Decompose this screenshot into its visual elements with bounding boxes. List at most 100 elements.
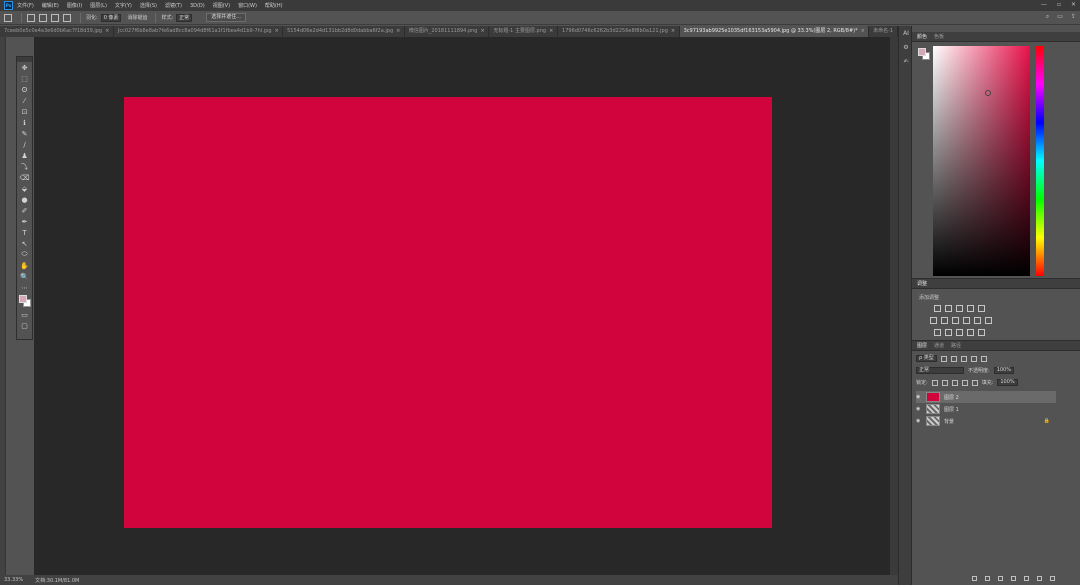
document-info[interactable]: 文档:30.1M/81.0M: [35, 577, 79, 584]
menu-help[interactable]: 帮助(H): [265, 2, 283, 9]
doc-tab-active[interactable]: 3c97193ab9925e1035df163153a5904.jpg @ 33…: [679, 26, 870, 37]
brush-panel-icon[interactable]: ✍: [899, 54, 913, 68]
quick-select-tool-icon[interactable]: ⁄: [17, 95, 32, 106]
marquee-tool-icon[interactable]: [4, 13, 12, 22]
lock-all-icon[interactable]: [971, 379, 978, 386]
lasso-tool-icon[interactable]: ʘ: [17, 84, 32, 95]
menu-edit[interactable]: 编辑(E): [42, 2, 59, 9]
hue-saturation-icon[interactable]: [930, 317, 937, 324]
doc-tab[interactable]: 7ceeb0e5c0e4a3e6d0b6ac7f18d39.jpg ×: [0, 26, 114, 37]
clone-stamp-tool-icon[interactable]: ♟: [17, 150, 32, 161]
menu-layer[interactable]: 图层(L): [90, 2, 107, 9]
eye-icon[interactable]: ◉: [916, 406, 922, 412]
doc-tab[interactable]: 无标题-1 主要图层.png ×: [489, 26, 559, 37]
levels-icon[interactable]: [945, 305, 952, 312]
layer-style-icon[interactable]: [985, 576, 990, 581]
close-tab-icon[interactable]: ×: [275, 26, 279, 37]
layer-row[interactable]: ◉ 图层 2: [916, 391, 1056, 403]
close-tab-icon[interactable]: ×: [671, 26, 675, 37]
photo-filter-icon[interactable]: [963, 317, 970, 324]
menu-window[interactable]: 窗口(W): [238, 2, 257, 9]
vertical-scrollbar[interactable]: [890, 37, 898, 575]
lock-pixels-icon[interactable]: [941, 379, 948, 386]
path-selection-tool-icon[interactable]: ↖: [17, 238, 32, 249]
foreground-color-swatch[interactable]: [19, 295, 27, 303]
new-group-icon[interactable]: [1024, 576, 1029, 581]
link-layers-icon[interactable]: [972, 576, 977, 581]
minimize-button[interactable]: —: [1041, 1, 1047, 8]
intersect-selection-icon[interactable]: [63, 13, 71, 22]
doc-tab[interactable]: 1796d0746c6262b3d2256e8f8b0a121.jpg ×: [558, 26, 680, 37]
zoom-level[interactable]: 33.33%: [4, 577, 23, 583]
share-icon[interactable]: ⇪: [1071, 13, 1076, 21]
layer-name[interactable]: 背景: [944, 418, 954, 425]
new-adjustment-icon[interactable]: [1011, 576, 1016, 581]
blur-tool-icon[interactable]: ●: [17, 194, 32, 205]
color-swatches[interactable]: [17, 293, 32, 309]
filter-adjust-icon[interactable]: [950, 355, 957, 362]
new-selection-icon[interactable]: [27, 13, 35, 22]
menu-filter[interactable]: 滤镜(T): [165, 2, 182, 9]
crop-tool-icon[interactable]: ⊡: [17, 106, 32, 117]
properties-panel-icon[interactable]: ⚙: [899, 40, 913, 54]
tab-paths[interactable]: 路径: [951, 342, 961, 349]
eye-icon[interactable]: ◉: [916, 418, 922, 424]
close-button[interactable]: ✕: [1071, 1, 1076, 8]
more-tools-icon[interactable]: ⋯: [17, 282, 32, 293]
color-picker-ring[interactable]: [985, 90, 991, 96]
posterize-icon[interactable]: [945, 329, 952, 336]
tab-layers[interactable]: 图层: [917, 342, 927, 349]
select-and-mask-button[interactable]: 选择并遮住...: [206, 13, 246, 22]
document-canvas[interactable]: [124, 97, 772, 528]
antialias-checkbox[interactable]: 消除锯齿: [127, 14, 147, 21]
blend-mode-select[interactable]: 正常: [916, 367, 964, 374]
healing-brush-tool-icon[interactable]: ✎: [17, 128, 32, 139]
tab-channels[interactable]: 通道: [934, 342, 944, 349]
threshold-icon[interactable]: [956, 329, 963, 336]
history-brush-tool-icon[interactable]: ⤵: [17, 161, 32, 172]
search-icon[interactable]: ⌕: [1046, 13, 1049, 21]
opacity-input[interactable]: 100%: [993, 367, 1014, 374]
workspace-icon[interactable]: ▭: [1057, 13, 1063, 21]
menu-view[interactable]: 视图(V): [213, 2, 230, 9]
menu-file[interactable]: 文件(F): [17, 2, 34, 9]
selective-color-icon[interactable]: [978, 329, 985, 336]
feather-input[interactable]: 0 像素: [100, 13, 122, 22]
eyedropper-tool-icon[interactable]: ℹ: [17, 117, 32, 128]
close-tab-icon[interactable]: ×: [861, 26, 865, 37]
filter-shape-icon[interactable]: [970, 355, 977, 362]
doc-tab[interactable]: Jcc027f6b8e8ab7fe6ad8cc8a094d8f61a1f1fbe…: [114, 26, 284, 37]
style-select[interactable]: 正常: [176, 13, 193, 22]
doc-tab[interactable]: 微信图片_20181111894.png ×: [405, 26, 490, 37]
black-white-icon[interactable]: [952, 317, 959, 324]
menu-type[interactable]: 文字(Y): [115, 2, 132, 9]
zoom-tool-icon[interactable]: 🔍: [17, 271, 32, 282]
lock-artboard-icon[interactable]: [961, 379, 968, 386]
filter-smart-icon[interactable]: [980, 355, 987, 362]
layer-row[interactable]: ◉ 背景 🔒: [916, 415, 1056, 427]
delete-layer-icon[interactable]: [1050, 576, 1055, 581]
paint-bucket-tool-icon[interactable]: ⬙: [17, 183, 32, 194]
add-mask-icon[interactable]: [998, 576, 1003, 581]
menu-select[interactable]: 选择(S): [140, 2, 157, 9]
doc-tab[interactable]: 5154d06e2d4d131bb2d8d0dabba6f2a.jpg ×: [283, 26, 405, 37]
layer-filter-select[interactable]: ρ 类型: [916, 355, 937, 362]
layer-name[interactable]: 图层 2: [944, 394, 959, 401]
exposure-icon[interactable]: [967, 305, 974, 312]
tab-color[interactable]: 颜色: [917, 33, 927, 40]
lock-transparent-icon[interactable]: [931, 379, 938, 386]
layer-name[interactable]: 图层 1: [944, 406, 959, 413]
brightness-icon[interactable]: [934, 305, 941, 312]
panel-foreground-swatch[interactable]: [918, 48, 926, 56]
move-tool-icon[interactable]: ✥: [17, 62, 32, 73]
invert-icon[interactable]: [934, 329, 941, 336]
close-tab-icon[interactable]: ×: [480, 26, 484, 37]
tab-swatches[interactable]: 色板: [934, 33, 944, 40]
fill-input[interactable]: 100%: [997, 379, 1018, 386]
pen-tool-icon[interactable]: ✒: [17, 216, 32, 227]
close-tab-icon[interactable]: ×: [549, 26, 553, 37]
close-tab-icon[interactable]: ×: [396, 26, 400, 37]
vibrance-icon[interactable]: [978, 305, 985, 312]
type-tool-icon[interactable]: T: [17, 227, 32, 238]
layer-row[interactable]: ◉ 图层 1: [916, 403, 1056, 415]
